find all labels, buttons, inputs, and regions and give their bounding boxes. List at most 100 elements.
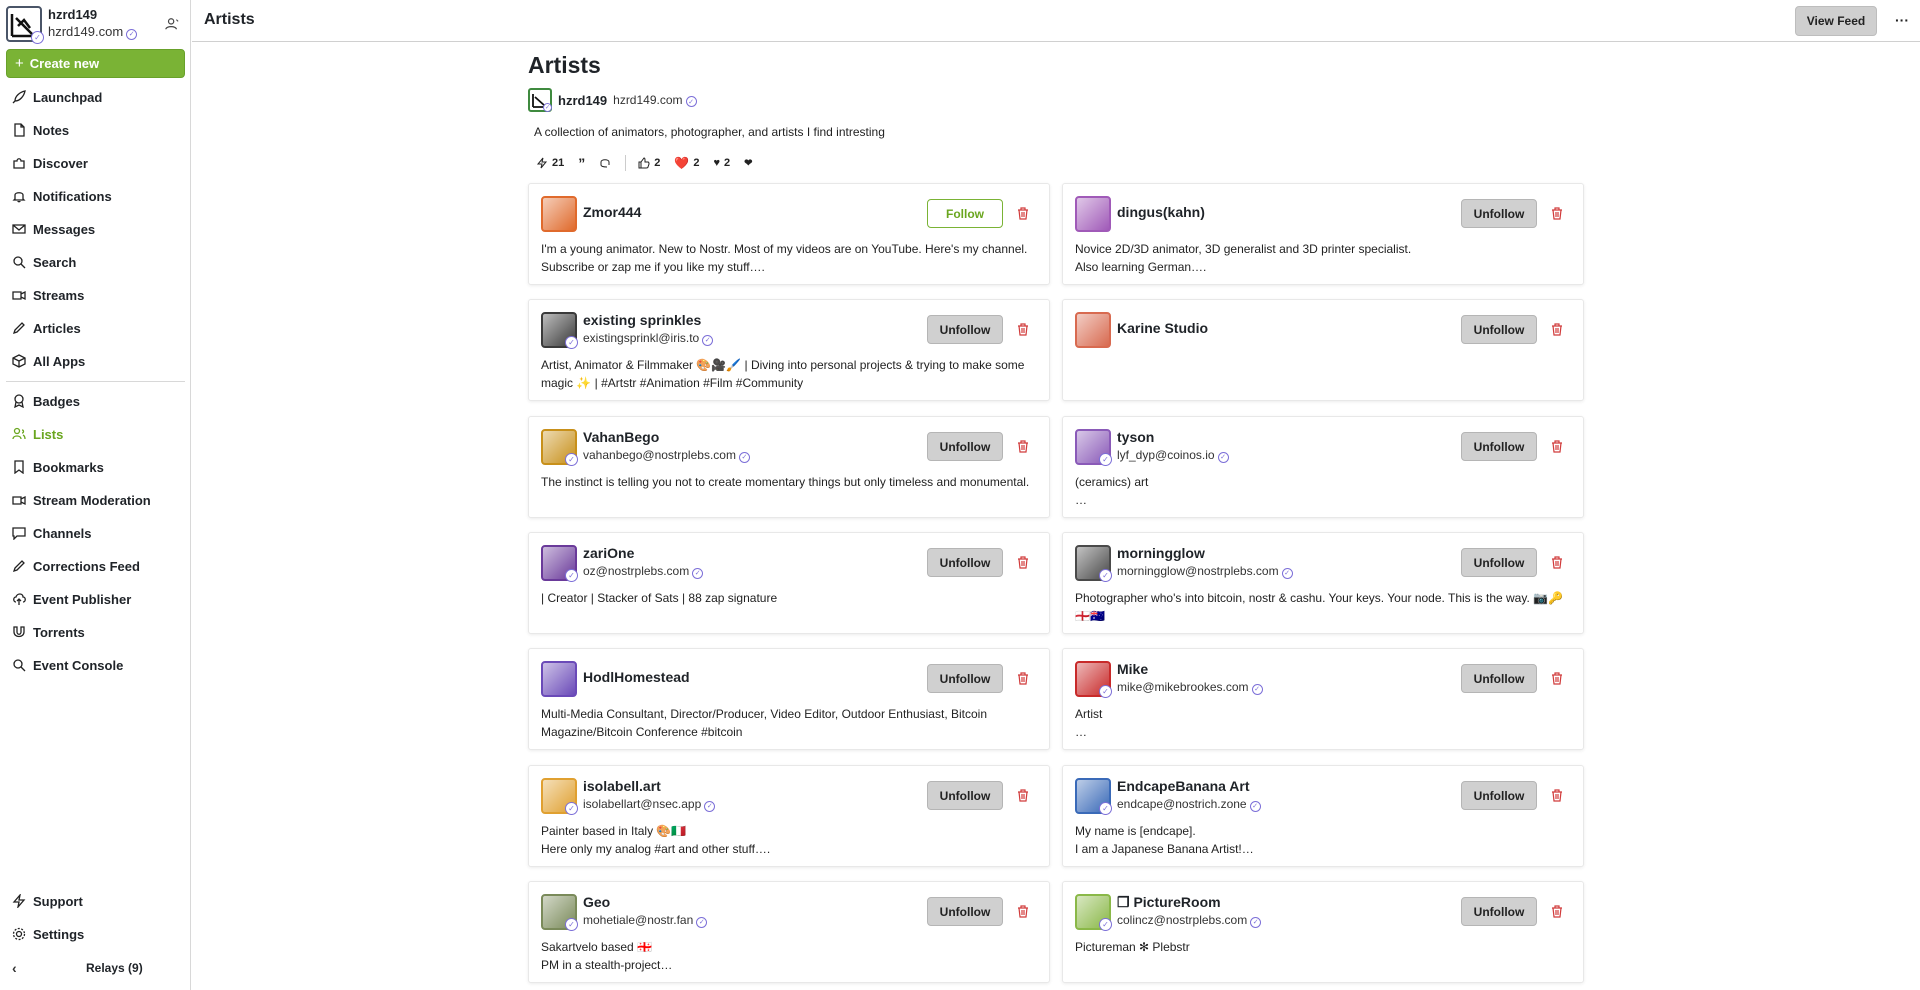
trash-icon[interactable] bbox=[1551, 672, 1564, 686]
list-author[interactable]: ✓ hzrd149 hzrd149.com ✓ bbox=[528, 88, 697, 112]
sidebar-item-streams[interactable]: Streams bbox=[12, 284, 84, 306]
like-button[interactable]: 2 bbox=[638, 157, 660, 169]
person-card: ✓ VahanBego vahanbego@nostrplebs.com ✓ The i… bbox=[528, 416, 1050, 518]
person-name[interactable]: EndcapeBanana Art bbox=[1117, 778, 1250, 794]
trash-icon[interactable] bbox=[1017, 440, 1030, 454]
sidebar-item-badges[interactable]: Badges bbox=[12, 390, 80, 412]
unfollow-button[interactable]: Unfollow bbox=[1461, 199, 1537, 228]
quote-button[interactable]: ” bbox=[578, 155, 585, 171]
repost-button[interactable] bbox=[599, 157, 611, 169]
unfollow-button[interactable]: Unfollow bbox=[927, 781, 1003, 810]
sidebar-item-corrections-feed[interactable]: Corrections Feed bbox=[12, 555, 140, 577]
unfollow-button[interactable]: Unfollow bbox=[927, 548, 1003, 577]
zap-count: 21 bbox=[552, 157, 565, 169]
person-name[interactable]: Mike bbox=[1117, 661, 1148, 677]
person-avatar[interactable] bbox=[541, 196, 577, 232]
person-avatar[interactable]: ✓ bbox=[541, 894, 578, 931]
person-about: I'm a young animator. New to Nostr. Most… bbox=[541, 242, 1028, 274]
sidebar-item-support[interactable]: Support bbox=[12, 890, 83, 912]
trash-icon[interactable] bbox=[1017, 789, 1030, 803]
sidebar-item-channels[interactable]: Channels bbox=[12, 522, 92, 544]
unfollow-button[interactable]: Unfollow bbox=[1461, 781, 1537, 810]
unfollow-button[interactable]: Unfollow bbox=[1461, 548, 1537, 577]
author-avatar[interactable]: ✓ bbox=[528, 88, 552, 112]
person-nip05: oz@nostrplebs.com ✓ bbox=[583, 564, 704, 579]
person-name[interactable]: zariOne bbox=[583, 545, 634, 561]
person-avatar[interactable]: ✓ bbox=[541, 312, 578, 349]
unfollow-button[interactable]: Unfollow bbox=[1461, 432, 1537, 461]
sidebar-item-bookmarks[interactable]: Bookmarks bbox=[12, 456, 104, 478]
more-options-icon[interactable]: ··· bbox=[1892, 10, 1912, 30]
unfollow-button[interactable]: Unfollow bbox=[1461, 897, 1537, 926]
sidebar-item-settings[interactable]: Settings bbox=[12, 923, 84, 945]
switch-account-icon[interactable] bbox=[165, 17, 181, 33]
heart-reaction-button[interactable]: ❤️ 2 bbox=[674, 156, 699, 170]
person-about: The instinct is telling you not to creat… bbox=[541, 475, 1030, 489]
account-header[interactable]: ✓ hzrd149 hzrd149.com ✓ bbox=[5, 5, 191, 44]
zap-button[interactable]: 21 bbox=[536, 157, 564, 169]
person-name[interactable]: isolabell.art bbox=[583, 778, 661, 794]
add-reaction-button[interactable]: ❤ bbox=[744, 158, 752, 169]
person-avatar[interactable]: ✓ bbox=[1075, 894, 1112, 931]
person-avatar[interactable]: ✓ bbox=[541, 778, 578, 815]
trash-icon[interactable] bbox=[1551, 323, 1564, 337]
trash-icon[interactable] bbox=[1551, 556, 1564, 570]
unfollow-button[interactable]: Unfollow bbox=[927, 432, 1003, 461]
unfollow-button[interactable]: Unfollow bbox=[927, 897, 1003, 926]
sidebar-item-articles[interactable]: Articles bbox=[12, 317, 81, 339]
person-name[interactable]: Geo bbox=[583, 894, 610, 910]
trash-icon[interactable] bbox=[1017, 905, 1030, 919]
unfollow-button[interactable]: Unfollow bbox=[927, 315, 1003, 344]
chevron-left-icon[interactable]: ‹ bbox=[12, 960, 26, 976]
sidebar-item-all-apps[interactable]: All Apps bbox=[12, 350, 85, 372]
sidebar-item-stream-moderation[interactable]: Stream Moderation bbox=[12, 489, 151, 511]
sidebar-item-lists[interactable]: Lists bbox=[12, 423, 63, 445]
person-name[interactable]: HodlHomestead bbox=[583, 669, 690, 685]
trash-icon[interactable] bbox=[1017, 672, 1030, 686]
heart-outline-reaction-button[interactable]: ♥ 2 bbox=[713, 157, 730, 169]
person-name[interactable]: ❐ PictureRoom bbox=[1117, 894, 1221, 911]
trash-icon[interactable] bbox=[1551, 207, 1564, 221]
person-avatar[interactable]: ✓ bbox=[1075, 661, 1112, 698]
person-name[interactable]: morningglow bbox=[1117, 545, 1205, 561]
sidebar-item-launchpad[interactable]: Launchpad bbox=[12, 86, 102, 108]
person-avatar[interactable]: ✓ bbox=[541, 429, 578, 466]
unfollow-button[interactable]: Unfollow bbox=[1461, 664, 1537, 693]
sidebar-item-messages[interactable]: Messages bbox=[12, 218, 95, 240]
sidebar-item-event-console[interactable]: Event Console bbox=[12, 654, 123, 676]
person-avatar[interactable] bbox=[1075, 312, 1111, 348]
person-name[interactable]: Zmor444 bbox=[583, 204, 641, 220]
unfollow-button[interactable]: Unfollow bbox=[1461, 315, 1537, 344]
person-avatar[interactable] bbox=[541, 661, 577, 697]
create-new-button[interactable]: + Create new bbox=[6, 49, 185, 78]
person-avatar[interactable]: ✓ bbox=[1075, 778, 1112, 815]
sidebar-item-event-publisher[interactable]: Event Publisher bbox=[12, 588, 131, 610]
person-name[interactable]: tyson bbox=[1117, 429, 1154, 445]
person-avatar[interactable]: ✓ bbox=[541, 545, 578, 582]
lightning-icon bbox=[536, 157, 548, 169]
relays-toggle[interactable]: ‹ Relays (9) bbox=[12, 958, 182, 978]
trash-icon[interactable] bbox=[1017, 556, 1030, 570]
person-about: Photographer who's into bitcoin, nostr &… bbox=[1075, 591, 1564, 623]
person-name[interactable]: existing sprinkles bbox=[583, 312, 701, 328]
author-name[interactable]: hzrd149 bbox=[558, 93, 607, 108]
sidebar-item-torrents[interactable]: Torrents bbox=[12, 621, 85, 643]
follow-button[interactable]: Follow bbox=[927, 199, 1003, 228]
unfollow-button[interactable]: Unfollow bbox=[927, 664, 1003, 693]
person-name[interactable]: dingus(kahn) bbox=[1117, 204, 1205, 220]
person-avatar[interactable]: ✓ bbox=[1075, 429, 1112, 466]
trash-icon[interactable] bbox=[1017, 207, 1030, 221]
trash-icon[interactable] bbox=[1551, 905, 1564, 919]
trash-icon[interactable] bbox=[1551, 440, 1564, 454]
sidebar-item-notes[interactable]: Notes bbox=[12, 119, 69, 141]
person-name[interactable]: Karine Studio bbox=[1117, 320, 1208, 336]
trash-icon[interactable] bbox=[1551, 789, 1564, 803]
trash-icon[interactable] bbox=[1017, 323, 1030, 337]
sidebar-item-search[interactable]: Search bbox=[12, 251, 76, 273]
person-name[interactable]: VahanBego bbox=[583, 429, 659, 445]
person-avatar[interactable]: ✓ bbox=[1075, 545, 1112, 582]
person-avatar[interactable] bbox=[1075, 196, 1111, 232]
sidebar-item-discover[interactable]: Discover bbox=[12, 152, 88, 174]
sidebar-item-notifications[interactable]: Notifications bbox=[12, 185, 112, 207]
view-feed-button[interactable]: View Feed bbox=[1795, 6, 1877, 36]
